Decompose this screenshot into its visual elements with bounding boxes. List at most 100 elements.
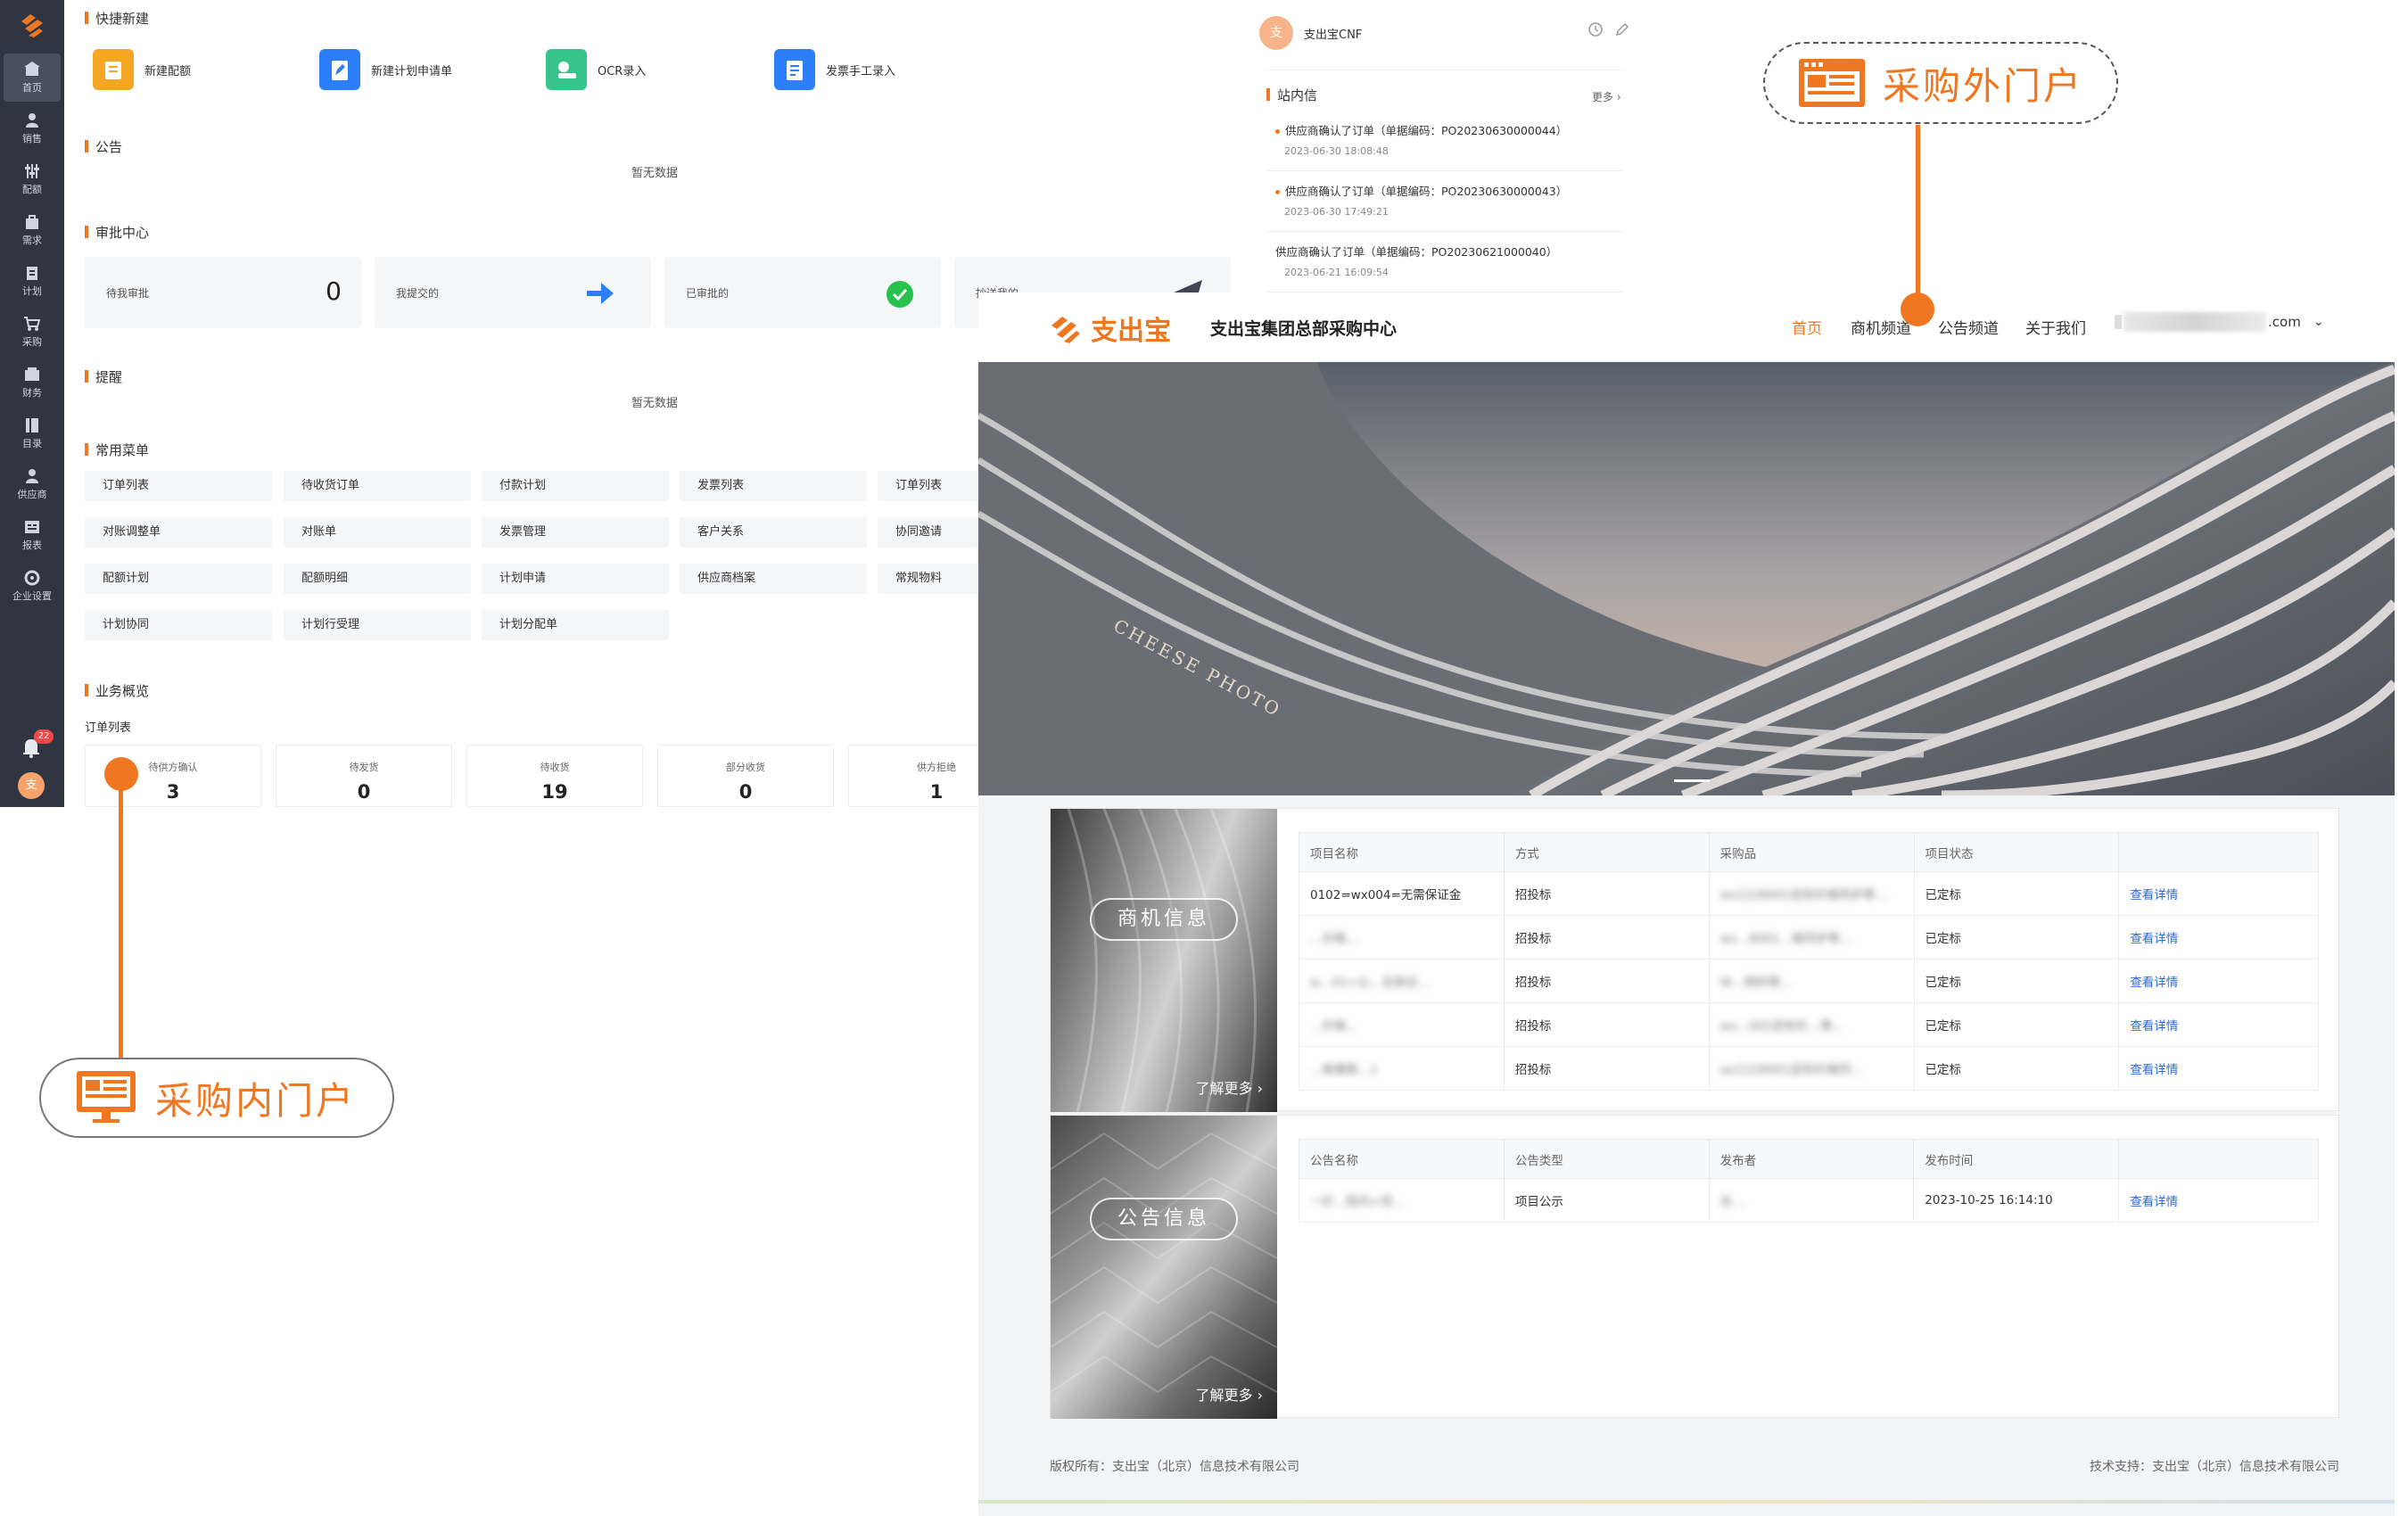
sidebar-item-8[interactable]: 供应商 (4, 460, 61, 508)
forward-arrow-icon (585, 280, 615, 310)
cell-text: 招投标 (1514, 976, 1552, 990)
home-icon (4, 61, 61, 78)
common-menu-title: 常用菜单 (85, 441, 149, 459)
table-row[interactable]: 一於…院内+项… 项目公示 支… 2023-10-25 16:14:10 查看详情 (1299, 1178, 2319, 1223)
quick-create-item-0[interactable]: 新建配额 (93, 48, 191, 91)
announcement-pill-button[interactable]: 公告信息 (1090, 1198, 1238, 1240)
cell-text: 已定标 (1925, 932, 1962, 946)
sidebar-item-3[interactable]: 需求 (4, 206, 61, 254)
view-details-link[interactable]: 查看详情 (2118, 1002, 2319, 1047)
monitor-icon (77, 1071, 136, 1123)
view-details-link[interactable]: 查看详情 (2118, 1178, 2319, 1223)
menu-item[interactable]: 计划协同 (85, 610, 272, 640)
history-icon[interactable] (1587, 21, 1604, 41)
quick-create-label: OCR录入 (598, 64, 647, 78)
outer-connector-line (1916, 125, 1920, 308)
nav-opportunities[interactable]: 商机频道 (1851, 316, 1911, 338)
table-cell: 招投标 (1503, 871, 1710, 916)
approval-pending-card[interactable]: 待我审批 0 (85, 257, 361, 328)
menu-item[interactable]: 计划申请 (482, 564, 669, 594)
view-details-link[interactable]: 查看详情 (2118, 959, 2319, 1003)
menu-item[interactable]: 订单列表 (85, 471, 272, 501)
table-header-cell: 项目状态 (1913, 832, 2120, 872)
sidebar-item-6[interactable]: 财务 (4, 358, 61, 407)
table-row[interactable]: …价格… 招投标 wx…8001…格同步等… 已定标 查看详情 (1299, 915, 2319, 960)
menu-item[interactable]: 客户关系 (680, 517, 867, 548)
quick-create-title: 快捷新建 (85, 9, 149, 28)
message-item[interactable]: 供应商确认了订单（单据编码：PO20230630000043） 2023-06-3… (1275, 182, 1632, 218)
sidebar-item-2[interactable]: 配额 (4, 155, 61, 203)
nav-home[interactable]: 首页 (1792, 316, 1822, 338)
footer-tech-support: 技术支持：支出宝（北京）信息技术有限公司 (2090, 1460, 2339, 1474)
order-stat-2[interactable]: 待收货 19 (466, 745, 643, 807)
order-stat-1[interactable]: 待发货 0 (276, 745, 452, 807)
blurred-cell-text: 支… (1719, 1195, 1744, 1209)
view-details-link[interactable]: 查看详情 (2118, 871, 2319, 916)
quick-create-label: 新建配额 (144, 64, 192, 78)
menu-item[interactable]: 配额明细 (284, 564, 471, 594)
quick-create-item-1[interactable]: 新建计划申请单 (319, 48, 452, 91)
sidebar-avatar[interactable]: 支 (18, 772, 45, 799)
opportunity-panel: 商机信息 了解更多 › 项目名称 方式 采购品 项目状态 0102=wx004=无需保证… (1050, 808, 2339, 1112)
messages-title: 站内信 (1266, 86, 1317, 104)
menu-item[interactable]: 配额计划 (85, 564, 272, 594)
menu-item[interactable]: 发票管理 (482, 517, 669, 548)
check-circle-icon (886, 280, 914, 312)
menu-item[interactable]: 计划行受理 (284, 610, 471, 640)
sidebar-item-4[interactable]: 计划 (4, 257, 61, 305)
view-details-link[interactable]: 查看详情 (2118, 1046, 2319, 1091)
table-cell: …价格… (1299, 1002, 1505, 1047)
menu-item[interactable]: 待收货订单 (284, 471, 471, 501)
menu-item[interactable]: 对账单 (284, 517, 471, 548)
message-item[interactable]: 供应商确认了订单（单据编码：PO20230621000040） 2023-06-2… (1275, 243, 1632, 278)
sidebar-item-0[interactable]: 首页 (4, 54, 61, 102)
sidebar-item-7[interactable]: 目录 (4, 409, 61, 457)
approval-done-card[interactable]: 已审批的 (664, 257, 941, 328)
messages-more-link[interactable]: 更多 › (1592, 89, 1621, 104)
table-cell: wx1228001定标价格同… (1708, 1046, 1915, 1091)
account-menu[interactable]: .com ⌄ (2115, 312, 2324, 332)
messages-panel: 支 支出宝CNF 站内信 更多 › 供应商确认了订单（单据编码：PO202306… (1249, 0, 1641, 294)
nav-about[interactable]: 关于我们 (2025, 316, 2086, 338)
unread-dot (1275, 190, 1280, 194)
announcement-table: 公告名称 公告类型 发布者 发布时间 一於…院内+项… 项目公示 支… 2023-10-25 … (1299, 1139, 2319, 1223)
nav-announcements[interactable]: 公告频道 (1938, 316, 1999, 338)
menu-item[interactable]: 发票列表 (680, 471, 867, 501)
cart-icon (4, 315, 61, 333)
reminder-empty: 暂无数据 (631, 397, 679, 410)
opportunity-more-link[interactable]: 了解更多 › (1196, 1076, 1264, 1098)
view-details-link[interactable]: 查看详情 (2118, 915, 2319, 960)
edit-icon[interactable] (1614, 21, 1630, 41)
sidebar-item-10[interactable]: 企业设置 (4, 562, 61, 610)
announcement-more-link[interactable]: 了解更多 › (1196, 1383, 1264, 1405)
table-cell: 已定标 (1913, 915, 2120, 960)
user-avatar[interactable]: 支 (1259, 16, 1293, 50)
table-row[interactable]: …价格… 招投标 wx…001定标价…等… 已定标 查看详情 (1299, 1002, 2319, 1047)
quick-create-item-2[interactable]: OCR录入 (546, 48, 646, 91)
sidebar-item-5[interactable]: 采购 (4, 308, 61, 356)
table-cell: …价格… (1299, 915, 1505, 960)
carousel-indicator[interactable] (1674, 779, 1710, 782)
menu-item[interactable]: 付款计划 (482, 471, 669, 501)
table-header-row: 公告名称 公告类型 发布者 发布时间 (1299, 1139, 2319, 1179)
quick-create-item-3[interactable]: 发票手工录入 (774, 48, 895, 91)
menu-item[interactable]: 对账调整单 (85, 517, 272, 548)
menu-item[interactable]: 供应商档案 (680, 564, 867, 594)
opportunity-pill-button[interactable]: 商机信息 (1090, 898, 1238, 941)
announcement-image: 公告信息 了解更多 › (1051, 1116, 1277, 1419)
report-icon (4, 518, 61, 536)
menu-item[interactable]: 计划分配单 (482, 610, 669, 640)
table-row[interactable]: w…01+公…无保证… 招投标 W…物料等… 已定标 查看详情 (1299, 959, 2319, 1003)
sidebar-item-1[interactable]: 销售 (4, 104, 61, 152)
sidebar-item-label: 采购 (22, 336, 42, 348)
table-row[interactable]: …格事数…1 招投标 wx1228001定标价格同… 已定标 查看详情 (1299, 1046, 2319, 1091)
message-item[interactable]: 供应商确认了订单（单据编码：PO20230630000044） 2023-06-3… (1275, 121, 1632, 157)
approval-submitted-card[interactable]: 我提交的 (375, 257, 651, 328)
order-stat-3[interactable]: 部分收货 0 (657, 745, 834, 807)
outer-brand-logo[interactable]: 支出宝 (1048, 309, 1171, 348)
table-row[interactable]: 0102=wx004=无需保证金 招投标 wx1228001定标价格同步等… 已定标 查… (1299, 871, 2319, 916)
notification-badge: 22 (34, 729, 54, 744)
outer-portal-callout: 采购外门户 (1763, 42, 2118, 124)
reminder-title: 提醒 (85, 367, 122, 386)
sidebar-item-9[interactable]: 报表 (4, 511, 61, 559)
